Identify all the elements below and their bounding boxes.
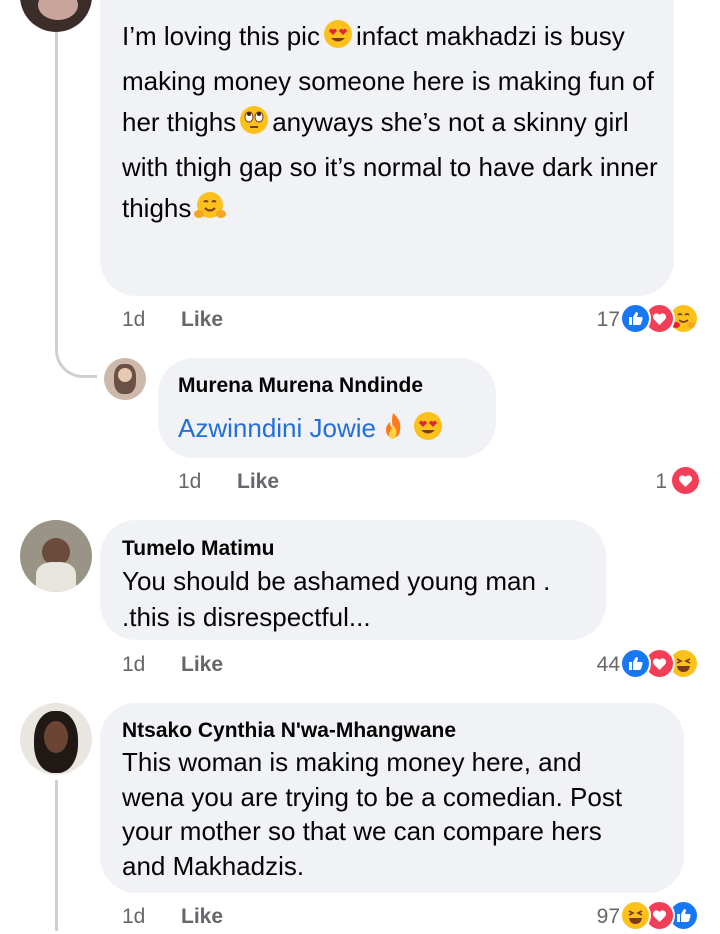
like-button[interactable]: Like [237, 470, 279, 494]
like-button[interactable]: Like [181, 308, 223, 332]
comment-time: 1d [122, 905, 146, 928]
comment-time: 1d [122, 308, 146, 331]
reaction-summary[interactable]: 97 [560, 899, 705, 931]
reaction-count: 17 [596, 308, 620, 331]
thread-line [55, 32, 58, 342]
comment-text: This woman is making money here, and wen… [122, 745, 682, 883]
comment-text: I’m loving this pic infact makhadzi is bu… [122, 16, 667, 233]
thread-line [55, 780, 58, 931]
like-reaction-icon [620, 303, 651, 334]
comment-text-line: You should be ashamed young man . [122, 566, 551, 596]
tagged-user-link[interactable]: Azwinndini Jowie [178, 413, 376, 443]
love-reaction-icon [670, 465, 701, 496]
heart-eyes-emoji [413, 411, 443, 450]
avatar[interactable] [20, 520, 92, 592]
avatar[interactable] [20, 0, 92, 32]
comment-text-line: .this is disrespectful... [122, 602, 371, 632]
comment-text-line: This woman is making money here, and [122, 747, 582, 777]
avatar[interactable] [20, 703, 92, 775]
reaction-summary[interactable]: 1 [640, 465, 701, 499]
comment-time: 1d [178, 470, 202, 493]
comment-text-line: your mother so that we can compare hers [122, 816, 602, 846]
fire-emoji [379, 411, 407, 450]
comment-author[interactable]: Murena Murena Nndinde [178, 374, 423, 398]
comment-text: Azwinndini Jowie [178, 410, 446, 450]
hugging-face-emoji [194, 191, 227, 233]
comment-text-line: wena you are trying to be a comedian. Po… [122, 781, 623, 812]
comment-text-line: and Makhadzis. [122, 850, 305, 881]
thread-line-curve [55, 330, 97, 378]
comment-text: You should be ashamed young man . .this … [122, 563, 602, 635]
avatar[interactable] [104, 358, 146, 400]
comment-time: 1d [122, 653, 146, 676]
comment-author[interactable]: Ntsako Cynthia N'wa-Mhangwane [122, 719, 456, 743]
heart-eyes-emoji [323, 19, 353, 61]
reaction-count: 1 [655, 470, 667, 493]
like-reaction-icon [620, 648, 651, 679]
reaction-count: 44 [596, 653, 620, 676]
comment-author[interactable]: Tumelo Matimu [122, 537, 274, 561]
reaction-summary[interactable]: 44 [560, 647, 705, 683]
reaction-summary[interactable]: 17 [560, 302, 705, 338]
like-button[interactable]: Like [181, 653, 223, 677]
like-button[interactable]: Like [181, 905, 223, 929]
laughing-reaction-icon [620, 900, 651, 931]
reaction-count: 97 [596, 905, 620, 928]
rolling-eyes-emoji [239, 105, 269, 147]
